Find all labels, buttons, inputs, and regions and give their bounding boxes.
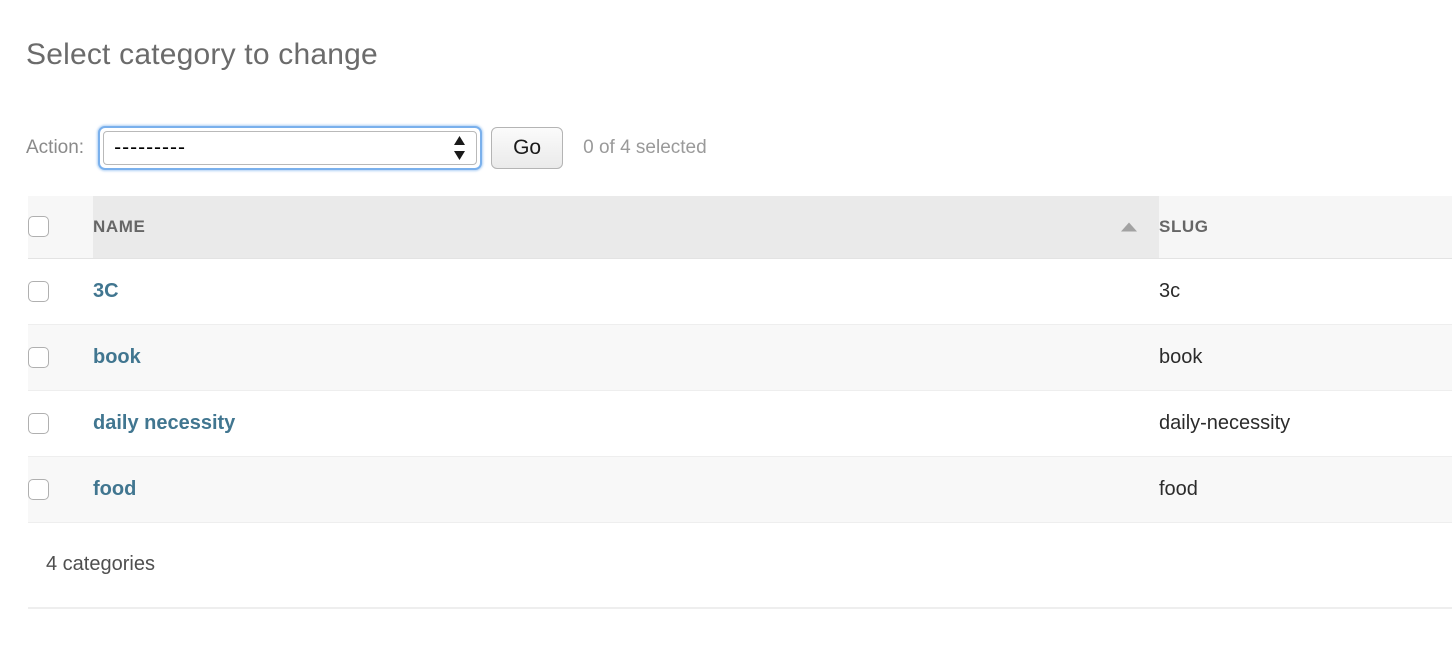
row-name-cell: book <box>93 323 1159 391</box>
results-table-container: NAME SLUG 3C 3c book book daily necessit… <box>28 196 1452 523</box>
table-row: book book <box>28 323 1452 391</box>
select-all-checkbox[interactable] <box>28 216 49 238</box>
category-link[interactable]: food <box>93 478 136 500</box>
action-select-value: --------- <box>114 136 187 159</box>
table-head: NAME SLUG <box>28 196 1452 259</box>
go-button[interactable]: Go <box>491 127 564 169</box>
row-checkbox[interactable] <box>28 346 49 368</box>
row-select-cell <box>28 258 93 324</box>
row-name-cell: 3C <box>93 258 1159 324</box>
table-row: 3C 3c <box>28 258 1452 324</box>
row-select-cell <box>28 455 93 523</box>
select-all-header <box>28 196 93 259</box>
result-list: NAME SLUG 3C 3c book book daily necessit… <box>28 196 1452 523</box>
row-select-cell <box>28 323 93 391</box>
table-row: daily necessity daily-necessity <box>28 390 1452 456</box>
column-header-slug[interactable]: SLUG <box>1159 196 1452 259</box>
actions-bar: Action: --------- Go 0 of 4 selected <box>26 122 707 174</box>
table-body: 3C 3c book book daily necessity daily-ne… <box>28 258 1452 523</box>
result-count: 4 categories <box>46 553 155 575</box>
table-row: food food <box>28 455 1452 523</box>
row-name-cell: daily necessity <box>93 390 1159 456</box>
chevron-updown-icon <box>453 135 466 161</box>
row-slug-cell: book <box>1159 323 1452 391</box>
column-header-name[interactable]: NAME <box>93 196 1159 259</box>
row-slug-cell: 3c <box>1159 279 1181 302</box>
row-checkbox[interactable] <box>28 280 49 302</box>
column-header-name-label: NAME <box>93 216 146 236</box>
row-checkbox[interactable] <box>28 412 49 434</box>
bottom-divider <box>28 607 1452 609</box>
row-slug-cell: food <box>1159 455 1452 523</box>
action-select[interactable]: --------- <box>98 126 483 170</box>
column-header-slug-label: SLUG <box>1159 216 1209 236</box>
row-slug-cell: daily-necessity <box>1159 411 1291 434</box>
row-checkbox[interactable] <box>28 478 49 500</box>
table-header-row: NAME SLUG <box>28 196 1452 259</box>
page-title: Select category to change <box>26 38 378 72</box>
category-link[interactable]: 3C <box>93 280 119 302</box>
action-label: Action: <box>26 137 85 158</box>
category-link[interactable]: daily necessity <box>93 412 235 434</box>
category-link[interactable]: book <box>93 346 141 368</box>
sort-ascending-icon <box>1121 222 1137 232</box>
row-select-cell <box>28 390 93 456</box>
row-name-cell: food <box>93 455 1159 523</box>
selection-count: 0 of 4 selected <box>583 137 707 158</box>
